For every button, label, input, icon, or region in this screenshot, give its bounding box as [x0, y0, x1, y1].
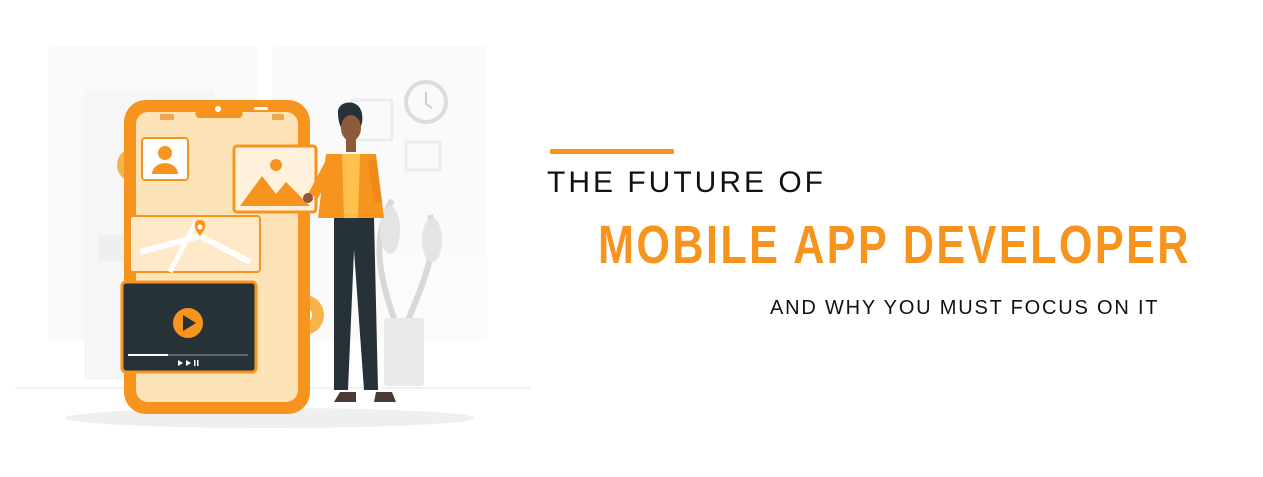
mobile-app-illustration [15, 46, 530, 428]
accent-line [550, 149, 674, 154]
headline-main: MOBILE APP DEVELOPER [598, 215, 1191, 275]
map-card [129, 215, 261, 274]
person-icon [141, 137, 189, 181]
clock-icon [404, 80, 448, 124]
image-icon [232, 144, 318, 214]
play-icon [173, 308, 203, 338]
headline-sub: AND WHY YOU MUST FOCUS ON IT [770, 297, 1160, 319]
video-player [120, 280, 258, 374]
headline-intro: THE FUTURE OF [547, 166, 826, 199]
